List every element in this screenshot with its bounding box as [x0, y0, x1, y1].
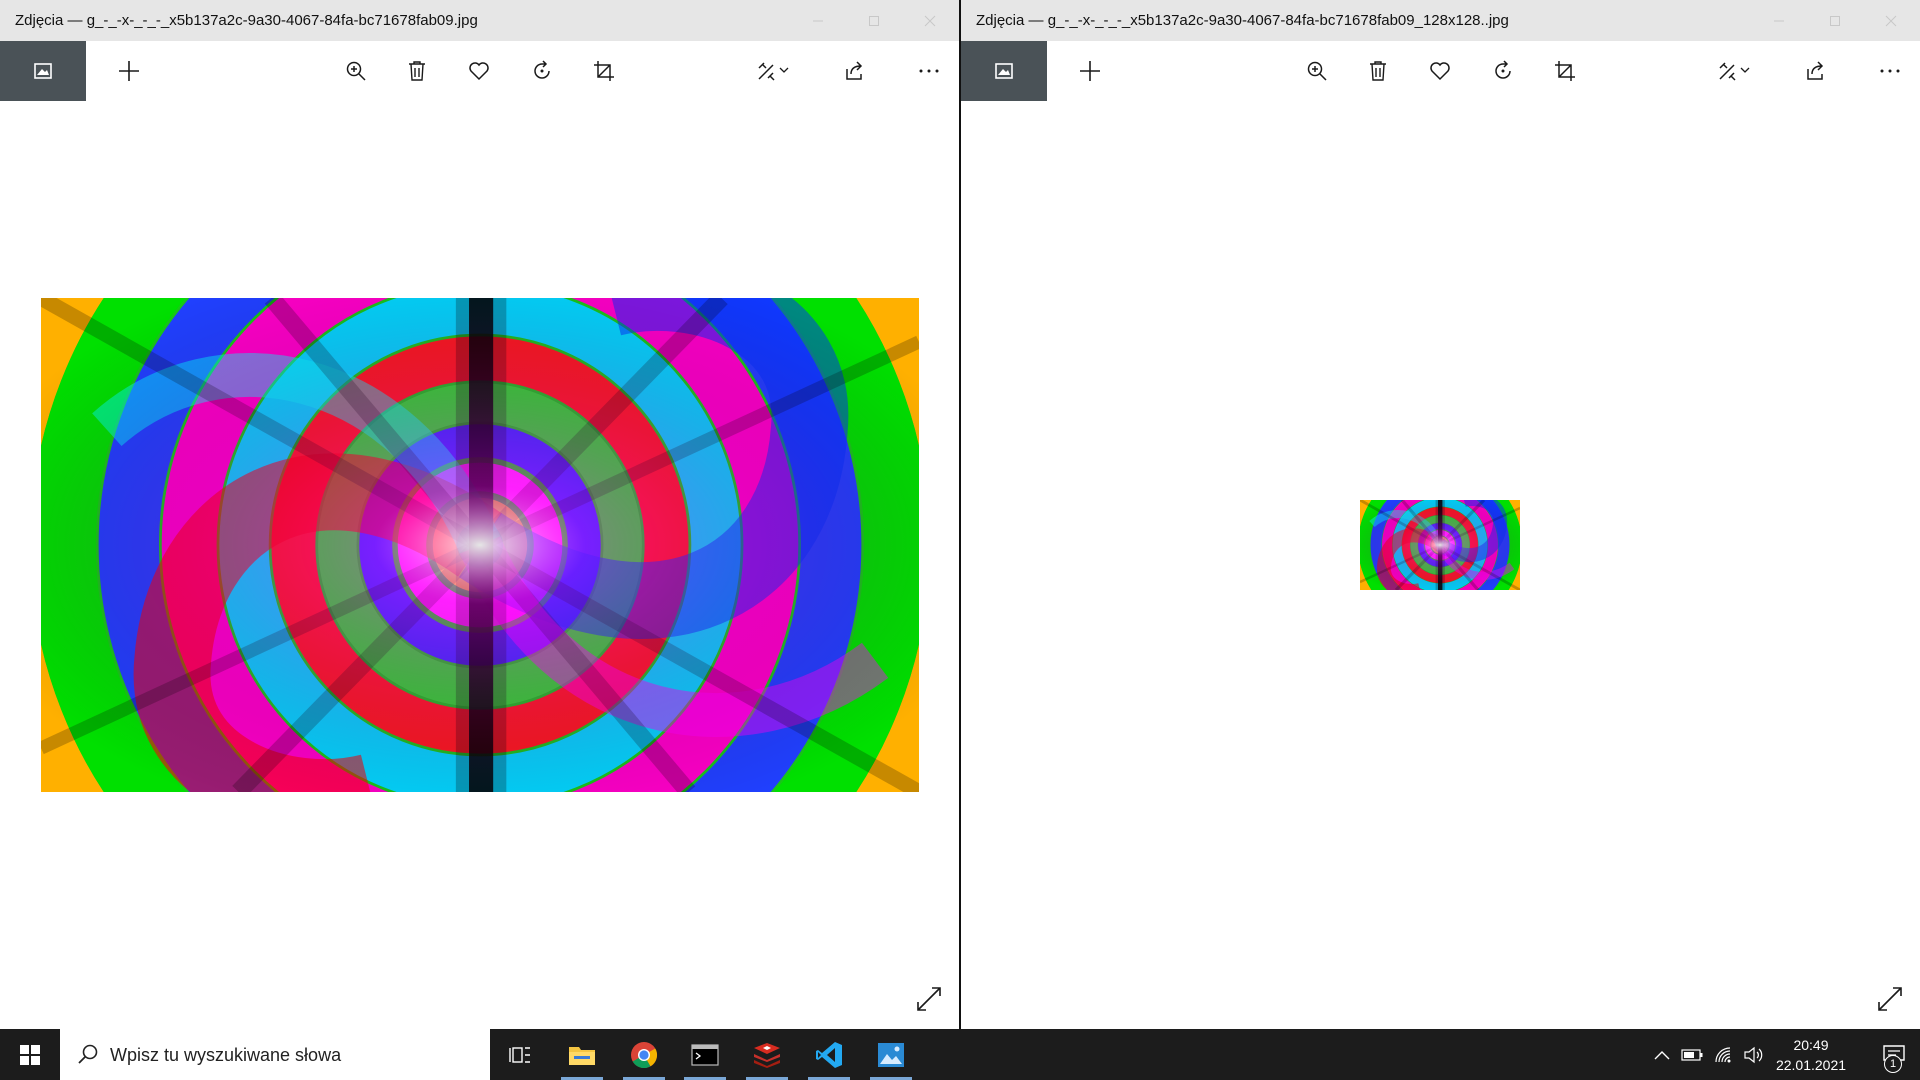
add-button[interactable]: [1065, 41, 1115, 101]
window-title: Zdjęcia — g_-_-x-_-_-_x5b137a2c-9a30-406…: [976, 12, 1509, 29]
share-button[interactable]: [1791, 41, 1841, 101]
show-hidden-icons-button[interactable]: [1650, 1029, 1674, 1080]
delete-icon: [409, 61, 425, 81]
delete-button[interactable]: [392, 41, 442, 101]
more-icon: [919, 69, 939, 73]
clock-time: 20:49: [1793, 1037, 1829, 1053]
more-icon: [1880, 69, 1900, 73]
chrome-button[interactable]: [615, 1029, 673, 1080]
windows-logo-icon: [20, 1044, 40, 1065]
favorite-button[interactable]: [454, 41, 504, 101]
maximize-button[interactable]: [1807, 0, 1863, 41]
minimize-icon: [1774, 20, 1784, 21]
photos-icon: [878, 1042, 904, 1067]
rotate-icon: [1495, 60, 1511, 79]
photos-window-left: Zdjęcia — g_-_-x-_-_-_x5b137a2c-9a30-406…: [0, 0, 959, 1029]
favorite-button[interactable]: [1415, 41, 1465, 101]
minimize-button[interactable]: [790, 0, 846, 41]
photos-home-button[interactable]: [0, 41, 86, 101]
task-view-button[interactable]: [491, 1029, 549, 1080]
crop-icon: [1555, 61, 1575, 81]
photo-image[interactable]: [41, 298, 919, 792]
wifi-icon: [1715, 1046, 1731, 1062]
expand-icon: [1878, 987, 1902, 1011]
photos-home-icon: [34, 63, 52, 79]
notification-count-badge: 1: [1884, 1055, 1902, 1073]
full-screen-button[interactable]: [1872, 981, 1908, 1017]
favorite-icon: [469, 62, 489, 81]
photos-home-button[interactable]: [961, 41, 1047, 101]
rotate-icon: [534, 60, 550, 79]
rotate-button[interactable]: [517, 41, 567, 101]
delete-icon: [1370, 61, 1386, 81]
taskbar-clock[interactable]: 20:49 22.01.2021: [1752, 1035, 1870, 1075]
task-view-icon: [509, 1046, 530, 1063]
close-button[interactable]: [902, 0, 958, 41]
delete-button[interactable]: [1353, 41, 1403, 101]
edit-create-button[interactable]: [745, 41, 801, 101]
maximize-icon: [869, 15, 879, 26]
zoom-in-icon: [1307, 61, 1327, 81]
taskbar-search-box[interactable]: Wpisz tu wyszukiwane słowa: [60, 1029, 490, 1080]
redis-icon: [754, 1042, 780, 1068]
expand-icon: [917, 987, 941, 1011]
close-icon: [1885, 15, 1897, 26]
start-button[interactable]: [0, 1029, 60, 1080]
terminal-button[interactable]: [676, 1029, 734, 1080]
title-bar[interactable]: Zdjęcia — g_-_-x-_-_-_x5b137a2c-9a30-406…: [0, 0, 959, 41]
minimize-button[interactable]: [1751, 0, 1807, 41]
more-button[interactable]: [1865, 41, 1915, 101]
add-button[interactable]: [104, 41, 154, 101]
edit-create-icon: [1719, 62, 1750, 81]
zoom-in-button[interactable]: [1292, 41, 1342, 101]
swirl-image: [41, 298, 919, 792]
zoom-in-icon: [346, 61, 366, 81]
minimize-icon: [813, 20, 823, 21]
redis-button[interactable]: [738, 1029, 796, 1080]
photos-taskbar-button[interactable]: [862, 1029, 920, 1080]
toolbar: [0, 41, 959, 101]
more-button[interactable]: [904, 41, 954, 101]
vscode-icon: [816, 1041, 842, 1068]
favorite-icon: [1430, 62, 1450, 81]
maximize-button[interactable]: [846, 0, 902, 41]
photos-window-right: Zdjęcia — g_-_-x-_-_-_x5b137a2c-9a30-406…: [961, 0, 1920, 1029]
title-bar[interactable]: Zdjęcia — g_-_-x-_-_-_x5b137a2c-9a30-406…: [961, 0, 1920, 41]
crop-button[interactable]: [1540, 41, 1590, 101]
taskbar: Wpisz tu wyszukiwane słowa 20:49 22.01.2…: [0, 1029, 1920, 1080]
full-screen-button[interactable]: [911, 981, 947, 1017]
photo-thumbnail-image[interactable]: [1360, 500, 1520, 590]
edit-create-icon: [758, 62, 789, 81]
crop-button[interactable]: [579, 41, 629, 101]
share-icon: [1807, 61, 1824, 80]
search-placeholder: Wpisz tu wyszukiwane słowa: [110, 1045, 342, 1065]
network-button[interactable]: [1710, 1029, 1738, 1080]
rotate-button[interactable]: [1478, 41, 1528, 101]
battery-icon: [1681, 1048, 1703, 1061]
window-title: Zdjęcia — g_-_-x-_-_-_x5b137a2c-9a30-406…: [15, 12, 478, 29]
swirl-image: [1360, 500, 1520, 590]
edit-create-button[interactable]: [1706, 41, 1762, 101]
maximize-icon: [1830, 15, 1840, 26]
crop-icon: [594, 61, 614, 81]
share-icon: [846, 61, 863, 80]
add-icon: [1080, 61, 1100, 81]
zoom-in-button[interactable]: [331, 41, 381, 101]
share-button[interactable]: [830, 41, 880, 101]
photos-home-icon: [995, 63, 1013, 79]
file-explorer-icon: [569, 1046, 595, 1065]
close-icon: [924, 15, 936, 26]
chrome-icon: [631, 1041, 658, 1068]
chevron-up-icon: [1654, 1050, 1670, 1059]
toolbar: [961, 41, 1920, 101]
close-button[interactable]: [1863, 0, 1919, 41]
vscode-button[interactable]: [800, 1029, 858, 1080]
terminal-icon: [691, 1043, 719, 1066]
search-icon: [78, 1044, 98, 1064]
file-explorer-button[interactable]: [553, 1029, 611, 1080]
add-icon: [119, 61, 139, 81]
battery-button[interactable]: [1678, 1029, 1706, 1080]
clock-date: 22.01.2021: [1775, 1057, 1847, 1073]
